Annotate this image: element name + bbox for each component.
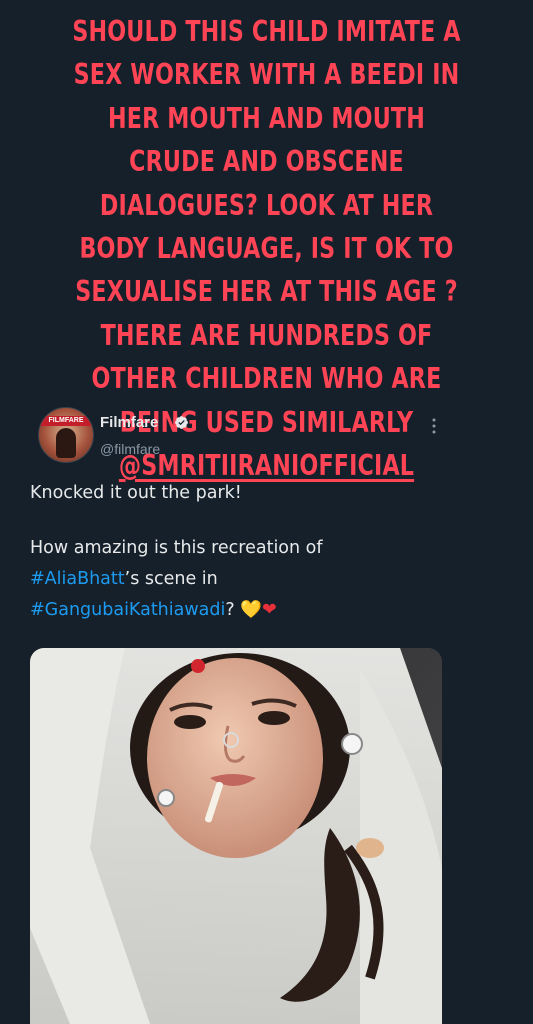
tweet-line-2: How amazing is this recreation of bbox=[30, 538, 323, 558]
caption-text: SHOULD THIS CHILD IMITATE A SEX WORKER W… bbox=[72, 15, 461, 439]
tweet-line-1: Knocked it out the park! bbox=[30, 483, 242, 503]
handle[interactable]: @filmfare bbox=[100, 441, 160, 457]
red-heart-icon: ❤ bbox=[262, 600, 277, 620]
tweet-line-3-suffix: ’s scene in bbox=[124, 569, 218, 589]
tweet-line-4-suffix: ? bbox=[225, 600, 235, 620]
child-photo-image bbox=[30, 648, 442, 1024]
hashtag-aliabhatt[interactable]: #AliaBhatt bbox=[30, 569, 125, 589]
tweet-text: Knocked it out the park! How amazing is … bbox=[30, 478, 500, 626]
display-name[interactable]: Filmfare bbox=[100, 414, 158, 431]
yellow-heart-icon: 💛 bbox=[240, 600, 263, 620]
avatar-figure bbox=[56, 428, 76, 458]
tweet-line-3: #AliaBhatt’s scene in bbox=[30, 564, 500, 595]
tweet-media-photo[interactable] bbox=[30, 648, 442, 1024]
tweet-header: FILMFARE Filmfare @filmfare bbox=[30, 405, 450, 467]
avatar-logo: FILMFARE bbox=[39, 416, 93, 426]
verified-badge-icon bbox=[175, 416, 188, 429]
more-options-icon[interactable] bbox=[432, 418, 436, 434]
hashtag-gangubaikathiawadi[interactable]: #GangubaiKathiawadi bbox=[30, 600, 225, 620]
avatar[interactable]: FILMFARE bbox=[38, 407, 94, 463]
tweet-line-4: #GangubaiKathiawadi? 💛❤ bbox=[30, 595, 500, 626]
